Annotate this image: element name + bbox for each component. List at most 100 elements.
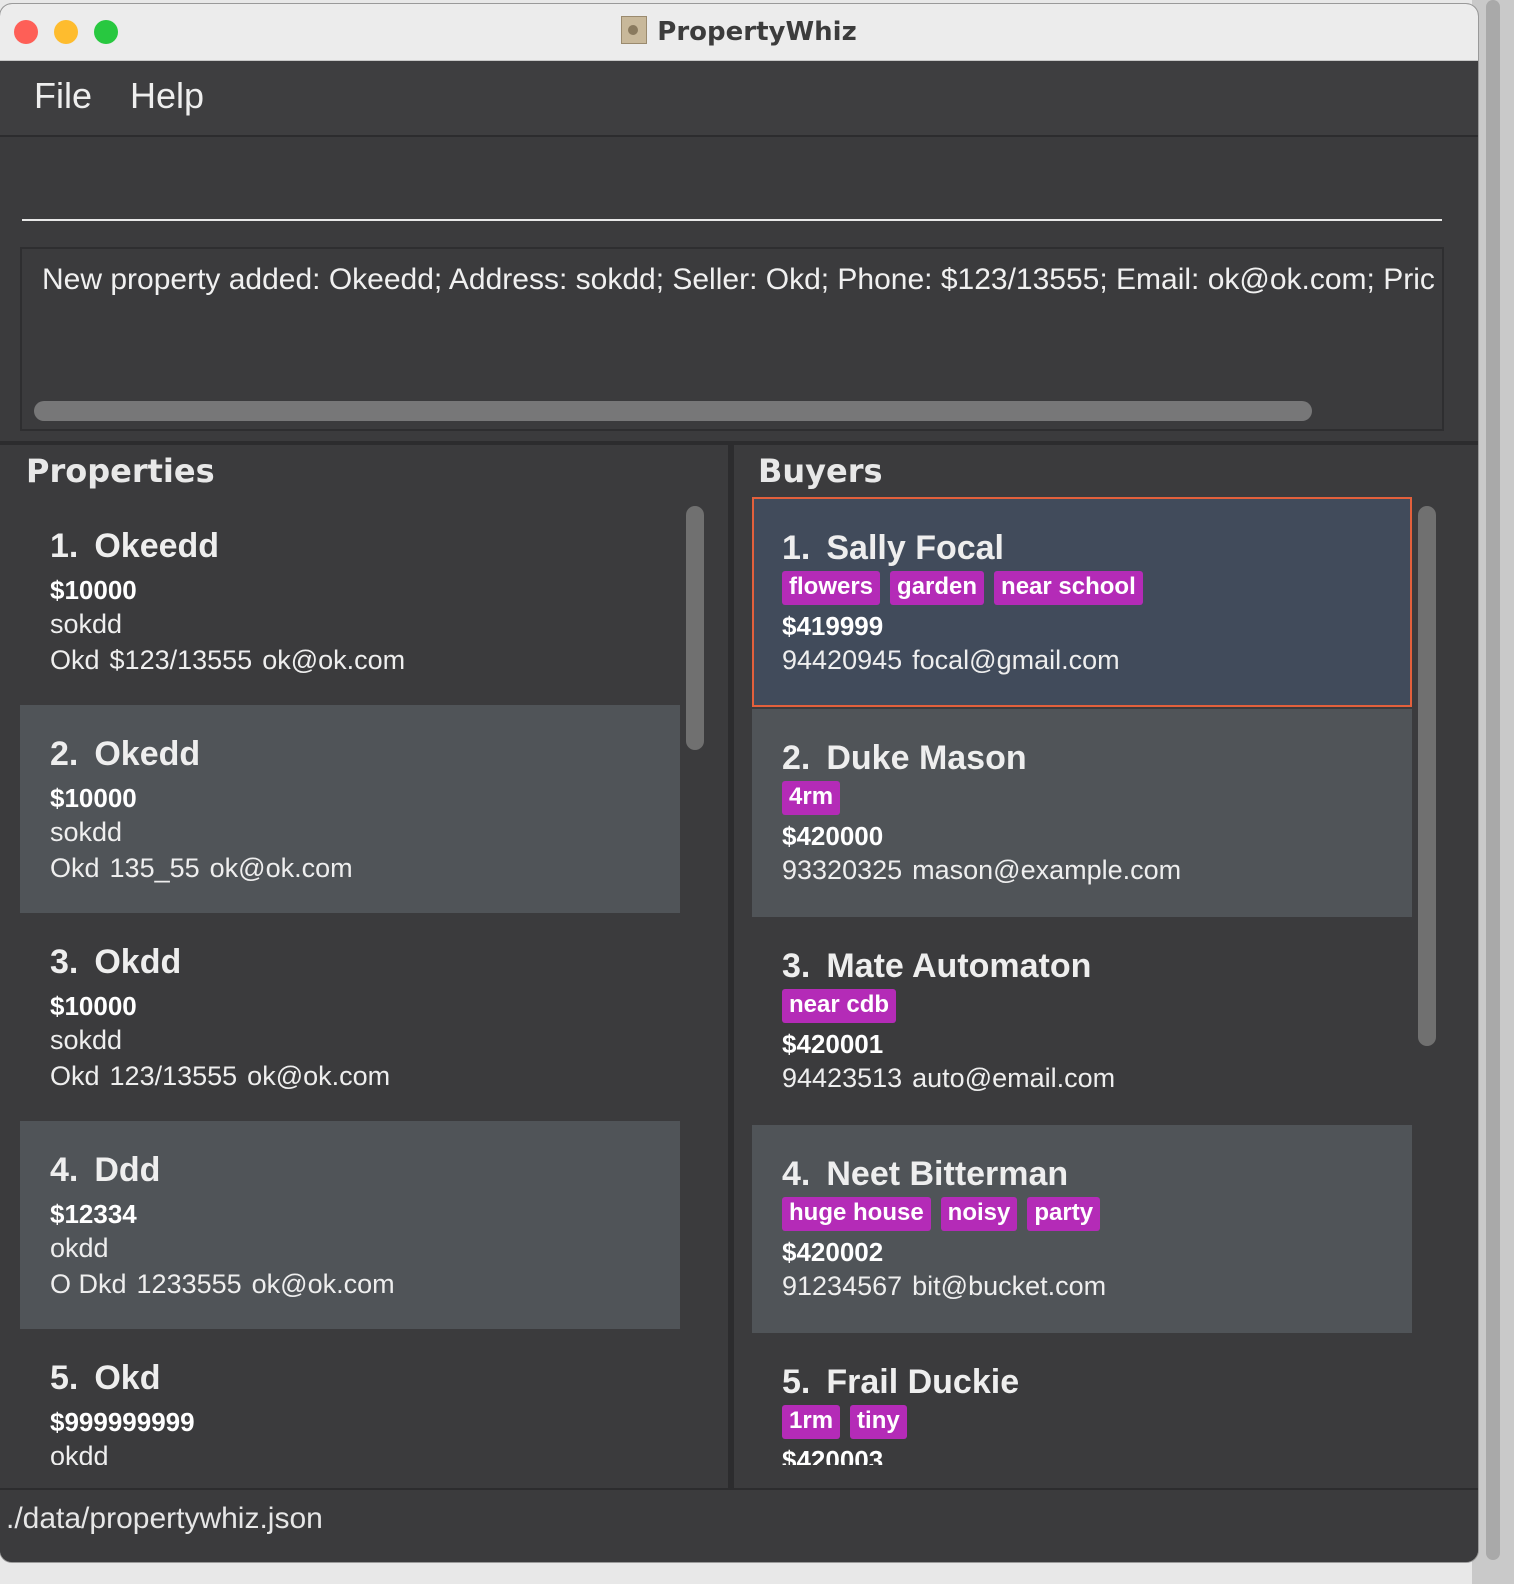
- buyer-tag: garden: [890, 571, 985, 605]
- property-price: $10000: [50, 575, 137, 605]
- property-list[interactable]: 1. Okeedd $10000 sokdd Okd $123/13555 ok@ok…: [20, 497, 680, 1465]
- buyer-card-selected[interactable]: 1. Sally Focal flowers garden near school $…: [752, 497, 1412, 707]
- result-horizontal-scrollbar[interactable]: [34, 401, 1312, 421]
- buyer-name: Duke Mason: [826, 739, 1027, 777]
- buyer-tags: huge house noisy party: [782, 1197, 1110, 1231]
- buyer-name-line: 5. Frail Duckie: [782, 1363, 1019, 1402]
- property-list-scrollbar[interactable]: [686, 506, 704, 750]
- command-box: [0, 137, 1478, 233]
- buyer-budget: $420003: [782, 1445, 884, 1465]
- property-contact: Okd 123/13555 ok@ok.com: [50, 1061, 390, 1092]
- buyer-tag: 4rm: [782, 781, 841, 815]
- buyer-contact: 94420945 focal@gmail.com: [782, 645, 1120, 676]
- property-card[interactable]: 1. Okeedd $10000 sokdd Okd $123/13555 ok@ok…: [20, 497, 680, 705]
- buyer-tag: near school: [994, 571, 1143, 605]
- buyer-index: 2.: [782, 739, 811, 777]
- buyer-card[interactable]: 2. Duke Mason 4rm $420000 93320325 mason@e…: [752, 709, 1412, 917]
- buyer-tag: flowers: [782, 571, 881, 605]
- buyers-panel-title: Buyers: [758, 452, 883, 490]
- property-seller: Okd: [50, 853, 100, 883]
- property-contact: O Dkd 1233555 ok@ok.com: [50, 1269, 395, 1300]
- background-scrollbar: [1486, 0, 1500, 1560]
- property-address: sokdd: [50, 817, 123, 847]
- property-phone: $123/13555: [109, 645, 253, 675]
- property-email: ok@ok.com: [251, 1269, 395, 1299]
- property-name-line: 4. Ddd: [50, 1151, 160, 1190]
- property-card[interactable]: 4. Ddd $12334 okdd O Dkd 1233555 ok@ok.com: [20, 1121, 680, 1329]
- property-card[interactable]: 5. Okd $999999999 okdd: [20, 1329, 680, 1465]
- buyer-budget: $420000: [782, 821, 884, 851]
- save-file-path: ./data/propertywhiz.json: [6, 1502, 323, 1535]
- buyer-list-scrollbar[interactable]: [1418, 506, 1436, 1046]
- buyer-phone: 91234567: [782, 1271, 903, 1301]
- property-name: Okd: [94, 1359, 161, 1397]
- buyer-tag: tiny: [850, 1405, 907, 1439]
- buyer-index: 3.: [782, 947, 811, 985]
- property-name-line: 1. Okeedd: [50, 527, 219, 566]
- buyer-phone: 94423513: [782, 1063, 903, 1093]
- result-text: New property added: Okeedd; Address: sok…: [42, 263, 1435, 296]
- property-name-line: 2. Okedd: [50, 735, 200, 774]
- property-price: $999999999: [50, 1407, 195, 1437]
- property-price: $12334: [50, 1199, 137, 1229]
- buyer-index: 5.: [782, 1363, 811, 1401]
- menu-file[interactable]: File: [34, 75, 92, 117]
- status-bar: ./data/propertywhiz.json: [0, 1488, 1478, 1562]
- title-bar: PropertyWhiz: [0, 4, 1478, 61]
- property-phone: 123/13555: [109, 1061, 238, 1091]
- app-icon: [621, 16, 648, 44]
- buyer-email: auto@email.com: [912, 1063, 1116, 1093]
- property-card[interactable]: 3. Okdd $10000 sokdd Okd 123/13555 ok@ok.co…: [20, 913, 680, 1121]
- buyer-name: Mate Automaton: [826, 947, 1092, 985]
- menu-help[interactable]: Help: [130, 75, 204, 117]
- property-seller: O Dkd: [50, 1269, 127, 1299]
- property-email: ok@ok.com: [247, 1061, 391, 1091]
- property-name: Okedd: [94, 735, 201, 773]
- buyer-name-line: 3. Mate Automaton: [782, 947, 1091, 986]
- window-title-group: PropertyWhiz: [0, 16, 1478, 47]
- buyer-card[interactable]: 5. Frail Duckie 1rm tiny $420003: [752, 1333, 1412, 1465]
- buyer-tag: huge house: [782, 1197, 931, 1231]
- property-name-line: 3. Okdd: [50, 943, 181, 982]
- buyer-budget: $420002: [782, 1237, 884, 1267]
- property-address: sokdd: [50, 609, 123, 639]
- buyer-name-line: 1. Sally Focal: [782, 529, 1004, 568]
- buyer-contact: 91234567 bit@bucket.com: [782, 1271, 1106, 1302]
- property-seller: Okd: [50, 1061, 100, 1091]
- buyer-name: Neet Bitterman: [826, 1155, 1069, 1193]
- property-phone: 1233555: [136, 1269, 242, 1299]
- property-name-line: 5. Okd: [50, 1359, 160, 1398]
- property-address: sokdd: [50, 1025, 123, 1055]
- property-card[interactable]: 2. Okedd $10000 sokdd Okd 135_55 ok@ok.com: [20, 705, 680, 913]
- app-window: PropertyWhiz File Help New property adde…: [0, 4, 1478, 1562]
- buyer-contact: 94423513 auto@email.com: [782, 1063, 1115, 1094]
- properties-panel-title: Properties: [26, 452, 215, 490]
- property-name: Ddd: [94, 1151, 161, 1189]
- property-address: okdd: [50, 1233, 109, 1263]
- buyer-card[interactable]: 4. Neet Bitterman huge house noisy party $4…: [752, 1125, 1412, 1333]
- buyer-budget: $419999: [782, 611, 884, 641]
- property-address: okdd: [50, 1441, 109, 1465]
- buyer-name: Sally Focal: [826, 529, 1004, 567]
- background-window-edge: [1472, 0, 1514, 1584]
- property-seller: Okd: [50, 645, 100, 675]
- property-email: ok@ok.com: [209, 853, 353, 883]
- property-name: Okdd: [94, 943, 182, 981]
- panel-divider: [0, 441, 1478, 445]
- property-phone: 135_55: [109, 853, 200, 883]
- panel-split-handle[interactable]: [728, 445, 734, 1489]
- command-input[interactable]: [22, 137, 1442, 221]
- property-index: 5.: [50, 1359, 79, 1397]
- buyer-phone: 93320325: [782, 855, 903, 885]
- buyer-list[interactable]: 1. Sally Focal flowers garden near school $…: [752, 497, 1412, 1465]
- buyer-email: mason@example.com: [912, 855, 1182, 885]
- buyer-tags: 1rm tiny: [782, 1405, 917, 1439]
- property-index: 4.: [50, 1151, 79, 1189]
- property-price: $10000: [50, 991, 137, 1021]
- buyer-index: 4.: [782, 1155, 811, 1193]
- buyer-name: Frail Duckie: [826, 1363, 1020, 1401]
- buyer-index: 1.: [782, 529, 811, 567]
- buyer-tag: 1rm: [782, 1405, 841, 1439]
- buyer-card[interactable]: 3. Mate Automaton near cdb $420001 944235…: [752, 917, 1412, 1125]
- property-index: 3.: [50, 943, 79, 981]
